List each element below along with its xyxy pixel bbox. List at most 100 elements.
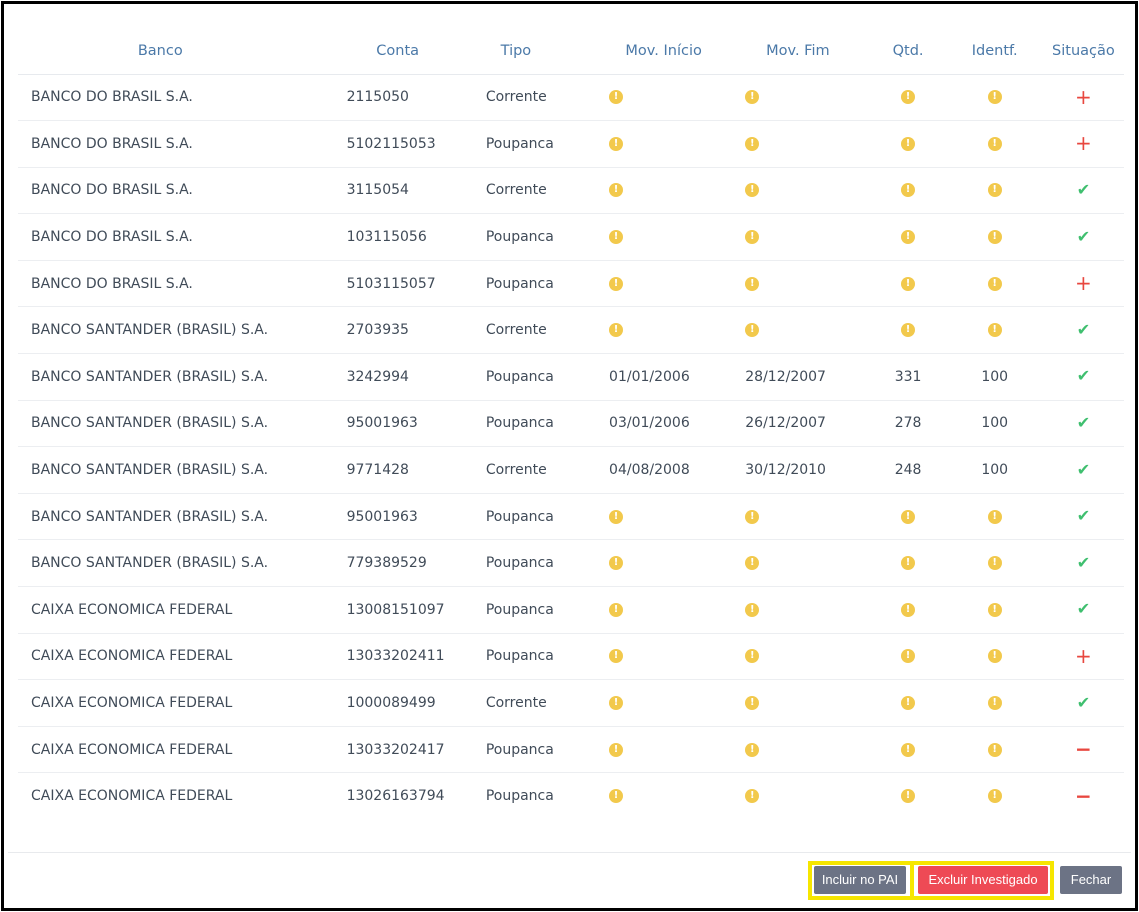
cell-tipo-text: Corrente: [485, 322, 547, 339]
cell-conta: 13026163794: [333, 773, 473, 820]
cell-qtd: !: [869, 493, 947, 541]
header-mov-fim[interactable]: Mov. Fim: [732, 28, 870, 75]
cell-mov-fim: !: [732, 726, 870, 774]
check-icon[interactable]: ✔: [1077, 553, 1090, 572]
cell-situacao: ✔: [1042, 400, 1124, 448]
warning-circle-icon: !: [901, 556, 916, 571]
table-row[interactable]: BANCO DO BRASIL S.A. 2115050 Corrente!!!! +: [18, 74, 1124, 122]
warning-circle-icon: !: [987, 789, 1002, 804]
cell-mov-inicio-text: 03/01/2006: [609, 415, 690, 432]
check-icon[interactable]: ✔: [1077, 413, 1090, 432]
table-row[interactable]: BANCO SANTANDER (BRASIL) S.A. 9771428 Corr…: [18, 446, 1124, 494]
table-row[interactable]: BANCO DO BRASIL S.A. 5102115053 Poupanca!!…: [18, 120, 1124, 168]
table-row[interactable]: BANCO SANTANDER (BRASIL) S.A. 95001963 Pou…: [18, 493, 1124, 541]
table-row[interactable]: BANCO SANTANDER (BRASIL) S.A. 3242994 Poup…: [18, 353, 1124, 401]
warning-circle-icon: !: [987, 136, 1002, 151]
fechar-button[interactable]: Fechar: [1060, 866, 1122, 894]
check-icon[interactable]: ✔: [1077, 506, 1090, 525]
warning-circle-icon: !: [901, 136, 916, 151]
plus-icon[interactable]: +: [1075, 644, 1092, 668]
header-identf[interactable]: Identf.: [946, 28, 1043, 75]
cell-mov-fim: !: [732, 306, 870, 355]
cell-tipo: Poupanca: [472, 260, 596, 308]
cell-mov-inicio: !: [595, 260, 733, 308]
cell-mov-fim: 30/12/2010: [732, 446, 870, 494]
cell-tipo: Corrente: [472, 306, 596, 355]
table-header-row: Banco Conta Tipo Mov. Início Mov. Fim Qt…: [18, 28, 1124, 75]
cell-tipo-text: Corrente: [485, 695, 547, 712]
cell-banco-text: BANCO SANTANDER (BRASIL) S.A.: [31, 508, 269, 525]
table-row[interactable]: BANCO DO BRASIL S.A. 5103115057 Poupanca!!…: [18, 260, 1124, 308]
cell-conta: 95001963: [332, 400, 473, 448]
check-icon[interactable]: ✔: [1077, 366, 1090, 385]
warning-circle-icon: !: [609, 696, 624, 711]
cell-banco-text: BANCO DO BRASIL S.A.: [31, 135, 193, 152]
cell-mov-fim: !: [732, 539, 870, 588]
cell-conta-text: 3115054: [346, 182, 409, 199]
table-row[interactable]: CAIXA ECONOMICA FEDERAL 13008151097 Poupan…: [18, 586, 1124, 634]
warning-circle-icon: !: [745, 789, 760, 804]
cell-banco-text: CAIXA ECONOMICA FEDERAL: [31, 601, 233, 618]
cell-banco-text: BANCO DO BRASIL S.A.: [31, 275, 193, 292]
cell-qtd: !: [869, 306, 947, 355]
cell-identf: !: [946, 493, 1043, 541]
cell-banco-text: CAIXA ECONOMICA FEDERAL: [31, 741, 233, 758]
table-row[interactable]: BANCO SANTANDER (BRASIL) S.A. 2703935 Corr…: [18, 306, 1124, 355]
warning-circle-icon: !: [901, 789, 916, 804]
table-row[interactable]: CAIXA ECONOMICA FEDERAL 13033202417 Poupan…: [18, 726, 1124, 774]
cell-mov-inicio: !: [595, 74, 733, 122]
plus-icon[interactable]: +: [1075, 131, 1092, 155]
cell-tipo-text: Corrente: [485, 462, 547, 479]
cell-conta-text: 1000089499: [346, 695, 436, 712]
cell-tipo-text: Poupanca: [485, 135, 554, 152]
warning-circle-icon: !: [987, 509, 1002, 524]
table-row[interactable]: BANCO DO BRASIL S.A. 3115054 Corrente!!!! ✔: [18, 167, 1124, 215]
table-row[interactable]: CAIXA ECONOMICA FEDERAL 13026163794 Poupan…: [18, 773, 1124, 820]
check-icon[interactable]: ✔: [1077, 320, 1090, 339]
table-row[interactable]: CAIXA ECONOMICA FEDERAL 1000089499 Corrent…: [18, 679, 1124, 727]
cell-mov-inicio: 01/01/2006: [595, 353, 733, 401]
cell-conta-text: 13033202417: [346, 741, 445, 758]
header-mov-inicio[interactable]: Mov. Início: [595, 28, 733, 75]
highlight-divider: [910, 865, 914, 896]
minus-icon[interactable]: −: [1075, 737, 1092, 761]
table-row[interactable]: BANCO DO BRASIL S.A. 103115056 Poupanca!!!…: [18, 213, 1124, 261]
cell-qtd: !: [869, 120, 947, 168]
cell-mov-inicio: !: [595, 539, 733, 588]
check-icon[interactable]: ✔: [1077, 227, 1090, 246]
cell-qtd: !: [869, 633, 947, 681]
cell-conta-text: 779389529: [346, 555, 427, 572]
cell-banco: BANCO SANTANDER (BRASIL) S.A.: [18, 446, 333, 494]
plus-icon[interactable]: +: [1075, 85, 1092, 109]
cell-identf: !: [946, 633, 1043, 681]
header-banco[interactable]: Banco: [18, 28, 333, 75]
header-conta[interactable]: Conta: [332, 28, 473, 75]
header-qtd[interactable]: Qtd.: [869, 28, 947, 75]
warning-circle-icon: !: [901, 509, 916, 524]
cell-banco-text: BANCO SANTANDER (BRASIL) S.A.: [31, 415, 269, 432]
check-icon[interactable]: ✔: [1077, 693, 1090, 712]
incluir-no-pai-button[interactable]: Incluir no PAI: [814, 866, 906, 894]
minus-icon[interactable]: −: [1075, 784, 1092, 808]
check-icon[interactable]: ✔: [1077, 599, 1090, 618]
header-situacao[interactable]: Situação: [1042, 28, 1124, 75]
plus-icon[interactable]: +: [1075, 271, 1092, 295]
cell-identf-text: 100: [981, 415, 1009, 432]
cell-mov-inicio: 04/08/2008: [595, 446, 733, 494]
cell-banco-text: CAIXA ECONOMICA FEDERAL: [31, 788, 233, 805]
check-icon[interactable]: ✔: [1077, 460, 1090, 479]
header-tipo[interactable]: Tipo: [472, 28, 596, 75]
cell-tipo-text: Poupanca: [485, 229, 554, 246]
dialog-frame: Banco Conta Tipo Mov. Início Mov. Fim Qt…: [1, 1, 1138, 911]
cell-conta-text: 13033202411: [346, 648, 445, 665]
table-row[interactable]: CAIXA ECONOMICA FEDERAL 13033202411 Poupan…: [18, 633, 1124, 681]
table-row[interactable]: BANCO SANTANDER (BRASIL) S.A. 779389529 Po…: [18, 539, 1124, 588]
table-row[interactable]: BANCO SANTANDER (BRASIL) S.A. 95001963 Pou…: [18, 400, 1124, 448]
cell-tipo: Poupanca: [472, 400, 596, 448]
cell-mov-fim: !: [732, 493, 870, 541]
cell-situacao: ✔: [1042, 679, 1124, 727]
cell-mov-inicio: !: [595, 586, 733, 634]
cell-qtd-text: 248: [894, 462, 922, 479]
check-icon[interactable]: ✔: [1077, 180, 1090, 199]
excluir-investigado-button[interactable]: Excluir Investigado: [918, 866, 1048, 894]
